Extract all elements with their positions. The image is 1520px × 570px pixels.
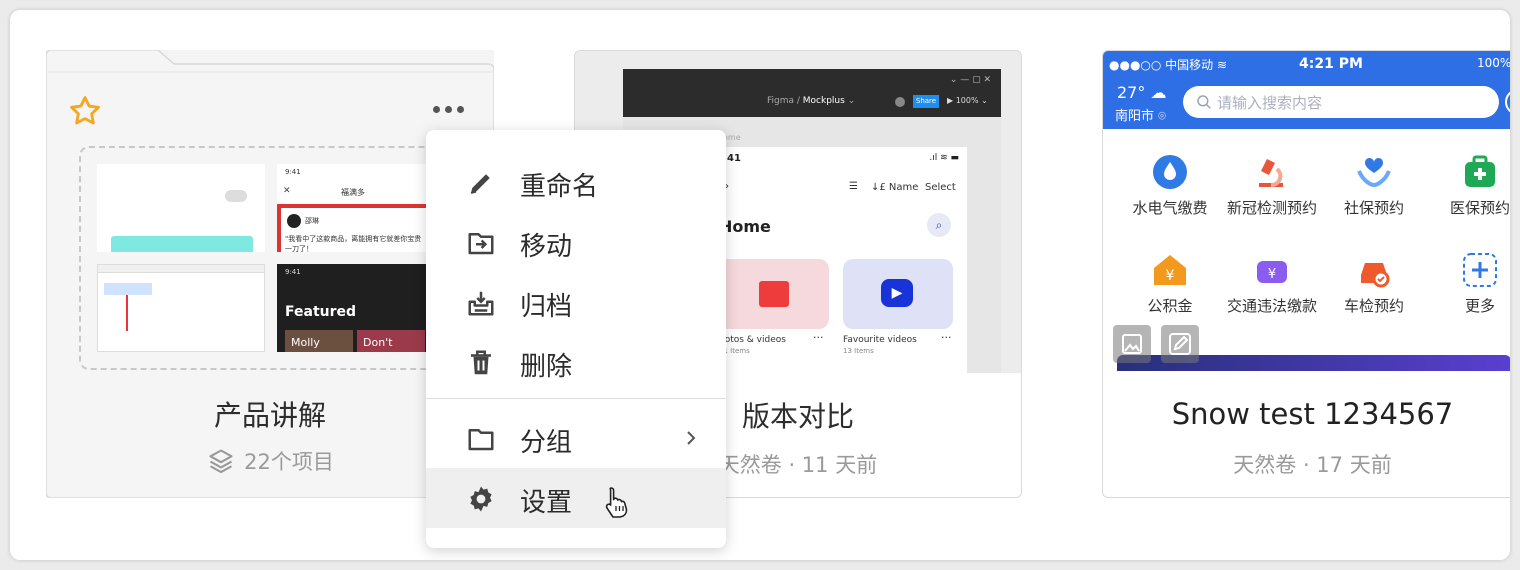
phone-time: 4:21 PM xyxy=(1299,56,1363,72)
menu-item-delete[interactable]: 删除 xyxy=(426,332,726,392)
figma-file-name: Mockplus xyxy=(802,96,845,106)
thumb-text: "我看中了这款商品，离能拥有它就差你宝贵 xyxy=(285,235,422,243)
menu-divider xyxy=(426,398,726,399)
folder-move-icon xyxy=(468,233,494,255)
phone-header: ●●●○○ 中国移动 ≋ 4:21 PM 100% 27° ☁ 南阳市 ⌾ 请输… xyxy=(1103,51,1510,129)
figma-share-button: Share xyxy=(913,95,939,108)
menu-label: 移动 xyxy=(520,232,573,262)
car-check-icon xyxy=(1361,263,1390,288)
service-label: 新冠检测预约 xyxy=(1226,199,1317,217)
layers-icon xyxy=(209,449,233,474)
service-item: 水电气缴费 xyxy=(1119,153,1221,218)
archive-icon xyxy=(468,291,494,316)
frame-select: Select xyxy=(925,182,956,193)
frame-sort: ↓£ Name xyxy=(871,182,919,193)
figma-toolbar: ⌄ — ▢ ✕ Figma / Mockplus ⌄ Share ▶ 100% … xyxy=(623,69,1001,117)
thumb-featured: Featured xyxy=(285,304,357,320)
service-label: 车检预约 xyxy=(1343,297,1404,315)
menu-label: 删除 xyxy=(520,352,573,382)
figma-crumb: Figma / xyxy=(767,96,803,106)
tile-more: ··· xyxy=(941,331,952,344)
svg-text:¥: ¥ xyxy=(1166,268,1175,284)
thumb-user: 邵琳 xyxy=(305,217,319,225)
thumb-text-2: 一刀了！ xyxy=(285,245,313,252)
gear-icon xyxy=(470,486,492,512)
phone-carrier: ●●●○○ 中国移动 xyxy=(1109,58,1214,72)
project-count: 22个项目 xyxy=(244,450,334,474)
menu-label: 设置 xyxy=(520,488,573,518)
search-placeholder: 请输入搜索内容 xyxy=(1217,94,1323,112)
thumb-title: 福满多 xyxy=(341,188,365,197)
folder-icon xyxy=(468,429,494,451)
menu-item-archive[interactable]: 归档 xyxy=(426,272,726,332)
preview-thumb-toggle xyxy=(97,164,265,252)
project-title: Snow test 1234567 xyxy=(1171,397,1454,431)
project-meta: 天然卷 · 17 天前 xyxy=(1233,453,1392,477)
service-item: 新冠检测预约 xyxy=(1221,153,1323,218)
medical-kit-icon xyxy=(1465,155,1495,187)
service-label: 公积金 xyxy=(1147,297,1193,315)
chevron-right-icon xyxy=(687,431,696,445)
phone-temp: 27° xyxy=(1117,83,1146,102)
thumb-time: 9:41 xyxy=(285,168,301,176)
house-fund-icon: ¥ xyxy=(1154,255,1186,285)
trash-icon xyxy=(471,350,491,375)
menu-item-move[interactable]: 移动 xyxy=(426,212,726,272)
phone-city: 南阳市 xyxy=(1115,109,1155,124)
tile-sub: 13 Items xyxy=(843,347,874,355)
figma-zoom: 100% xyxy=(955,96,979,105)
service-label: 交通违法缴款 xyxy=(1226,297,1317,315)
menu-item-settings[interactable]: 设置 xyxy=(426,468,726,528)
microscope-icon xyxy=(1259,159,1283,187)
phone-search-bar: 请输入搜索内容 xyxy=(1183,86,1499,118)
service-label: 更多 xyxy=(1464,297,1495,315)
service-label: 社保预约 xyxy=(1343,199,1404,217)
service-item: ¥ 交通违法缴款 xyxy=(1221,251,1323,316)
plus-icon xyxy=(1463,253,1497,287)
menu-item-rename[interactable]: 重命名 xyxy=(426,152,726,212)
service-item: 社保预约 xyxy=(1323,153,1425,218)
svg-text:¥: ¥ xyxy=(1268,267,1276,282)
service-item: 医保预约 xyxy=(1425,153,1510,218)
preview-thumb-featured: 9:41 Featured Molly Don't xyxy=(277,264,429,352)
service-item: 车检预约 xyxy=(1323,251,1425,316)
context-menu: 重命名 移动 归档 删除 分组 设置 xyxy=(426,130,726,548)
menu-label: 重命名 xyxy=(520,172,599,202)
phone-battery: 100% xyxy=(1477,56,1510,70)
project-grid: 9:41 ✕ 福满多 邵琳 "我看中了这款商品，离能拥有它就差你宝贵 一刀了！ … xyxy=(10,10,1510,560)
edit-icon[interactable] xyxy=(1161,325,1199,363)
pencil-icon xyxy=(470,174,490,194)
figma-frame: 41 .ıl ≋ ▬ › ☰ ↓£ Name Select Home ⌕ ▶ h… xyxy=(719,147,967,373)
menu-label: 归档 xyxy=(520,292,573,322)
menu-label: 分组 xyxy=(520,428,573,458)
search-icon xyxy=(1197,95,1211,109)
hands-heart-icon xyxy=(1357,157,1391,188)
menu-item-group[interactable]: 分组 xyxy=(426,408,726,468)
image-icon[interactable] xyxy=(1113,325,1151,363)
frame-time: 41 xyxy=(727,153,741,164)
thumb-tag: Molly xyxy=(285,330,353,352)
car-fine-icon: ¥ xyxy=(1257,261,1287,283)
thumb-dark-time: 9:41 xyxy=(285,268,301,276)
service-item: 更多 xyxy=(1425,251,1510,316)
preview-thumb-chat: 9:41 ✕ 福满多 邵琳 "我看中了这款商品，离能拥有它就差你宝贵 一刀了！ xyxy=(277,164,429,252)
water-drop-icon xyxy=(1153,155,1187,189)
service-label: 医保预约 xyxy=(1449,199,1510,217)
thumb-tag: Don't xyxy=(357,330,425,352)
folder-preview-area: 9:41 ✕ 福满多 邵琳 "我看中了这款商品，离能拥有它就差你宝贵 一刀了！ … xyxy=(79,146,461,370)
tile-more: ··· xyxy=(813,331,824,344)
hand-cursor-icon xyxy=(605,487,628,518)
tile-title: Favourite videos xyxy=(843,335,917,345)
more-options-icon[interactable] xyxy=(426,98,470,120)
preview-thumb-browser xyxy=(97,264,265,352)
service-item: ¥ 公积金 xyxy=(1119,251,1221,316)
star-icon[interactable] xyxy=(68,94,102,128)
tile-title: hotos & videos xyxy=(719,335,786,345)
project-card-snow[interactable]: ●●●○○ 中国移动 ≋ 4:21 PM 100% 27° ☁ 南阳市 ⌾ 请输… xyxy=(1102,50,1510,498)
project-preview: ●●●○○ 中国移动 ≋ 4:21 PM 100% 27° ☁ 南阳市 ⌾ 请输… xyxy=(1103,51,1510,371)
frame-home-title: Home xyxy=(719,217,771,236)
service-label: 水电气缴费 xyxy=(1132,199,1208,217)
